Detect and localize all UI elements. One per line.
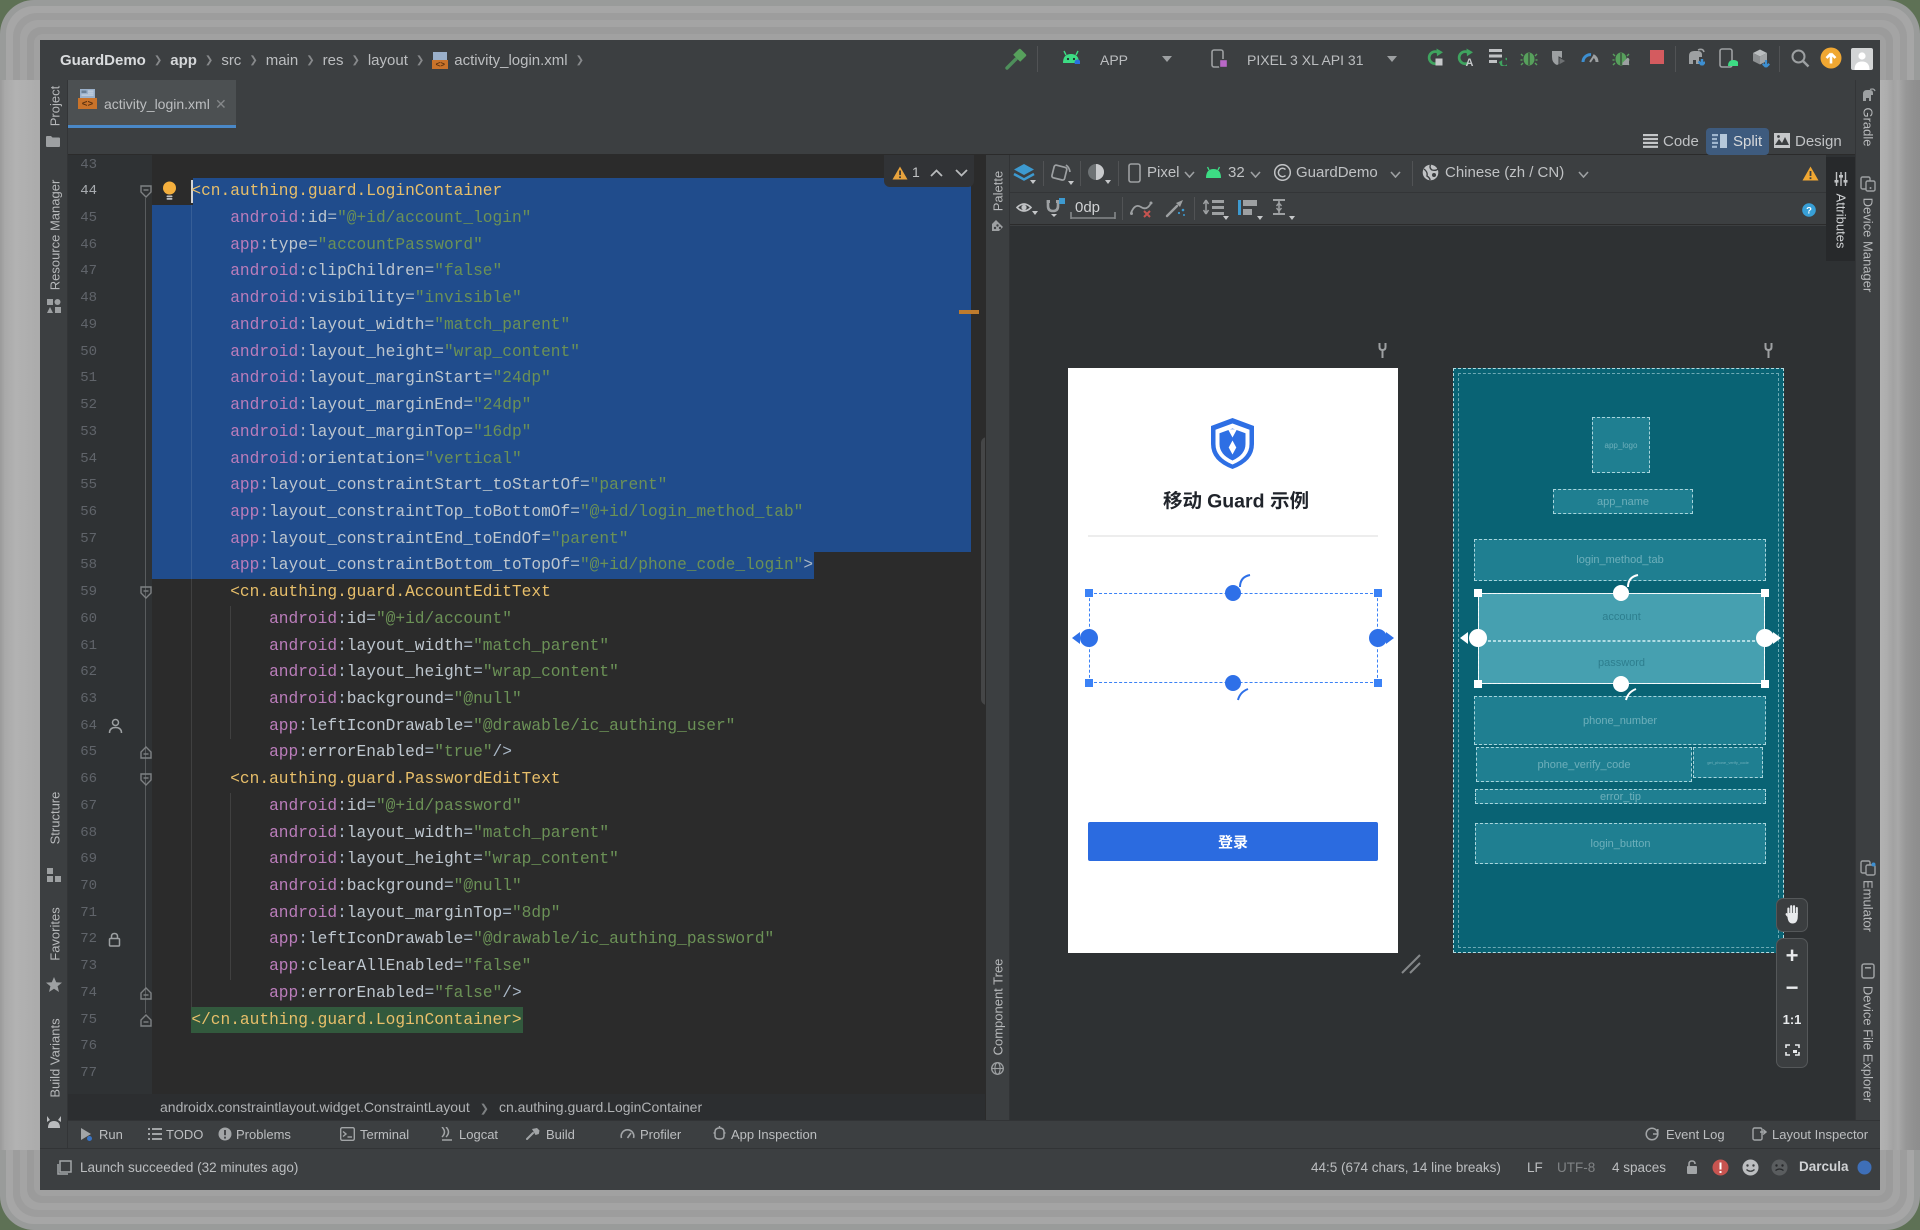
svg-text:Guard: Guard <box>1207 491 1264 513</box>
svg-text:<>: <> <box>82 99 94 110</box>
svg-text:A: A <box>1466 57 1474 66</box>
svg-text:?: ? <box>1806 206 1812 217</box>
